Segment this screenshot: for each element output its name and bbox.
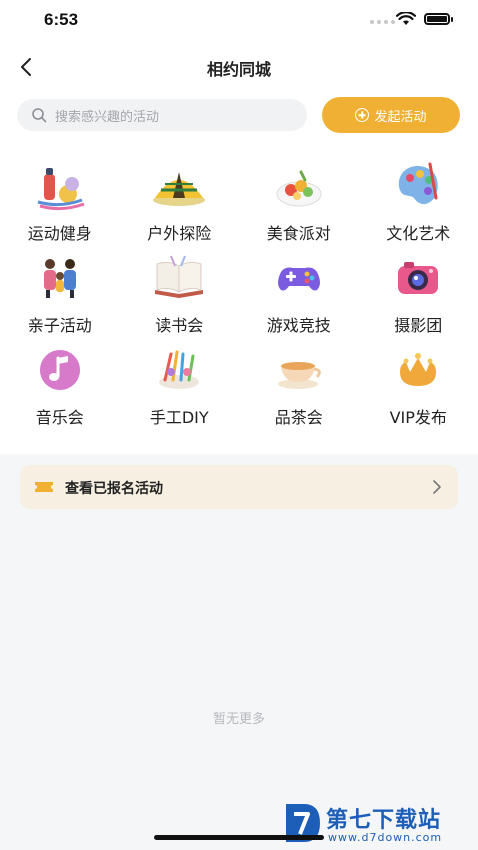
battery-icon bbox=[424, 13, 453, 25]
cellular-signal-icon bbox=[370, 20, 395, 24]
category-label: 摄影团 bbox=[394, 316, 443, 335]
category-label: 读书会 bbox=[155, 316, 204, 335]
launch-activity-label: 发起活动 bbox=[374, 109, 427, 125]
category-label: 音乐会 bbox=[35, 408, 84, 427]
category-sports-fitness[interactable]: 运动健身 bbox=[0, 158, 120, 250]
search-icon bbox=[32, 108, 47, 123]
registered-activities-label: 查看已报名活动 bbox=[65, 481, 163, 497]
category-label: 运动健身 bbox=[27, 224, 92, 243]
category-label: 户外探险 bbox=[147, 224, 212, 243]
empty-state-text: 暂无更多 bbox=[212, 712, 265, 727]
food-plate-icon bbox=[271, 158, 327, 214]
wifi-icon bbox=[396, 12, 416, 25]
category-label: 亲子活动 bbox=[27, 316, 92, 335]
nav-bar: 相约同城 bbox=[0, 42, 478, 92]
watermark-logo: 第七下载站 www.d7down.com bbox=[282, 800, 474, 848]
category-book-club[interactable]: 读书会 bbox=[120, 250, 240, 342]
category-label: 美食派对 bbox=[266, 224, 331, 243]
category-label: VIP发布 bbox=[389, 408, 447, 427]
watermark-url: www.d7down.com bbox=[328, 831, 443, 844]
status-time: 6:53 bbox=[44, 10, 79, 29]
tent-icon bbox=[151, 158, 207, 214]
category-grid: 运动健身 户外探险 美食派对 文化艺术 亲子活动 读书会 游戏竞技 摄影团 音乐… bbox=[0, 158, 478, 434]
category-family[interactable]: 亲子活动 bbox=[0, 250, 120, 342]
gamepad-icon bbox=[271, 250, 327, 306]
category-label: 文化艺术 bbox=[386, 224, 451, 243]
category-vip-publish[interactable]: VIP发布 bbox=[359, 342, 478, 434]
category-tea-party[interactable]: 品茶会 bbox=[239, 342, 359, 434]
category-concert[interactable]: 音乐会 bbox=[0, 342, 120, 434]
open-book-icon bbox=[151, 250, 207, 306]
chevron-right-icon bbox=[433, 480, 441, 494]
category-label: 手工DIY bbox=[149, 408, 209, 427]
palette-icon bbox=[390, 158, 446, 214]
category-gaming[interactable]: 游戏竞技 bbox=[239, 250, 359, 342]
music-note-icon bbox=[32, 342, 88, 398]
status-bar: 6:53 bbox=[0, 0, 478, 42]
tea-cup-icon bbox=[271, 342, 327, 398]
page-title: 相约同城 bbox=[206, 60, 271, 79]
sports-fitness-icon bbox=[32, 158, 88, 214]
search-placeholder: 搜索感兴趣的活动 bbox=[55, 109, 160, 125]
watermark-brand: 第七下载站 bbox=[326, 808, 442, 833]
craft-supplies-icon bbox=[151, 342, 207, 398]
category-craft-diy[interactable]: 手工DIY bbox=[120, 342, 240, 434]
category-culture-art[interactable]: 文化艺术 bbox=[359, 158, 478, 250]
launch-activity-button[interactable]: 发起活动 bbox=[322, 97, 460, 133]
registered-activities-button[interactable]: 查看已报名活动 bbox=[20, 465, 458, 509]
vip-crown-icon bbox=[390, 342, 446, 398]
category-label: 游戏竞技 bbox=[266, 316, 331, 335]
category-photography[interactable]: 摄影团 bbox=[359, 250, 478, 342]
category-panel: 运动健身 户外探险 美食派对 文化艺术 亲子活动 读书会 游戏竞技 摄影团 音乐… bbox=[0, 148, 478, 454]
plus-circle-icon bbox=[355, 108, 370, 122]
category-outdoor[interactable]: 户外探险 bbox=[120, 158, 240, 250]
search-row: 搜索感兴趣的活动 发起活动 bbox=[0, 92, 478, 148]
home-indicator bbox=[154, 835, 324, 840]
family-icon bbox=[32, 250, 88, 306]
camera-icon bbox=[390, 250, 446, 306]
search-input[interactable]: 搜索感兴趣的活动 bbox=[17, 99, 307, 131]
ticket-icon bbox=[35, 482, 53, 492]
category-food-party[interactable]: 美食派对 bbox=[239, 158, 359, 250]
category-label: 品茶会 bbox=[274, 408, 323, 427]
